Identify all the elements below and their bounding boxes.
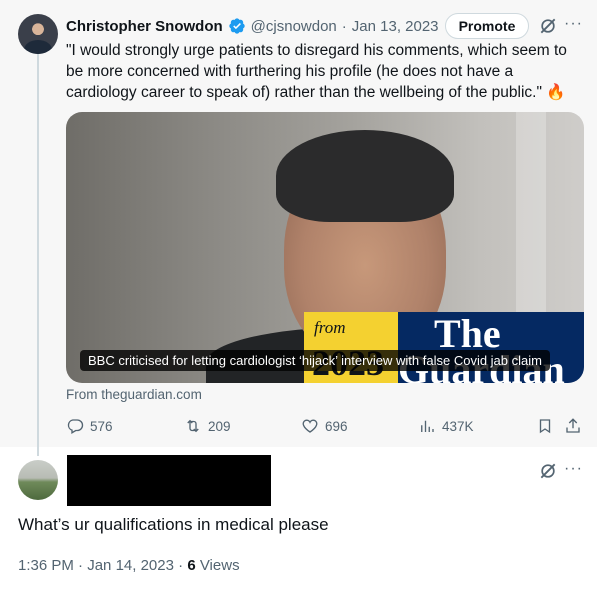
- guardian-logo: The Guardian: [398, 312, 584, 383]
- separator-dot: ·: [341, 17, 347, 35]
- thread-line: [37, 54, 39, 456]
- like-button[interactable]: 696: [301, 414, 348, 438]
- tweet-text: "I would strongly urge patients to disre…: [66, 42, 567, 101]
- author-handle[interactable]: @cjsnowdon: [251, 18, 337, 35]
- verified-badge-icon[interactable]: [228, 17, 246, 35]
- guardian-from-badge: from 2023: [304, 312, 398, 383]
- more-icon[interactable]: ···: [564, 459, 584, 479]
- action-bar: 576 209 696 437K: [66, 414, 584, 438]
- card-headline[interactable]: BBC criticised for letting cardiologist …: [80, 350, 550, 371]
- reply-text: What’s ur qualifications in medical plea…: [18, 515, 329, 534]
- reply-views-label: Views: [199, 557, 240, 574]
- author-avatar[interactable]: [18, 14, 58, 54]
- like-icon: [302, 419, 318, 433]
- reply-meta: 1:36 PM · Jan 14, 2023 · 6 Views: [18, 557, 240, 574]
- reply-count: 576: [90, 418, 113, 434]
- reply-author-avatar[interactable]: [18, 460, 58, 500]
- author-name[interactable]: Christopher Snowdon: [66, 18, 223, 35]
- tweet-date[interactable]: Jan 13, 2023: [352, 18, 439, 35]
- tweet-header: Christopher Snowdon @cjsnowdon · Jan 13,…: [66, 15, 439, 37]
- reply-button[interactable]: 576: [66, 414, 113, 438]
- reply-views-count: 6: [187, 557, 196, 574]
- separator-dot: ·: [78, 557, 84, 574]
- repost-count: 209: [208, 418, 231, 434]
- link-card[interactable]: from 2023 The Guardian BBC criticised fo…: [66, 112, 584, 383]
- from-word: from: [314, 318, 346, 337]
- card-source[interactable]: From theguardian.com: [66, 387, 202, 402]
- promote-button[interactable]: Promote: [445, 13, 529, 39]
- share-icon: [566, 418, 580, 433]
- bookmark-button[interactable]: [536, 414, 554, 438]
- card-image-hair: [276, 130, 454, 222]
- reply-date[interactable]: Jan 14, 2023: [87, 557, 174, 574]
- share-button[interactable]: [564, 414, 582, 438]
- bookmark-icon: [539, 419, 551, 434]
- reply-time[interactable]: 1:36 PM: [18, 557, 74, 574]
- repost-button[interactable]: 209: [184, 414, 231, 438]
- redacted-author-info: [67, 455, 271, 506]
- more-icon[interactable]: ···: [564, 14, 584, 34]
- like-count: 696: [325, 418, 348, 434]
- repost-icon: [187, 419, 199, 433]
- grok-icon[interactable]: [538, 461, 558, 481]
- grok-icon[interactable]: [538, 16, 558, 36]
- separator-dot: ·: [178, 557, 184, 574]
- views-button[interactable]: 437K: [418, 414, 474, 438]
- views-icon: [421, 420, 434, 432]
- views-count: 437K: [442, 418, 474, 434]
- reply-icon: [67, 419, 84, 434]
